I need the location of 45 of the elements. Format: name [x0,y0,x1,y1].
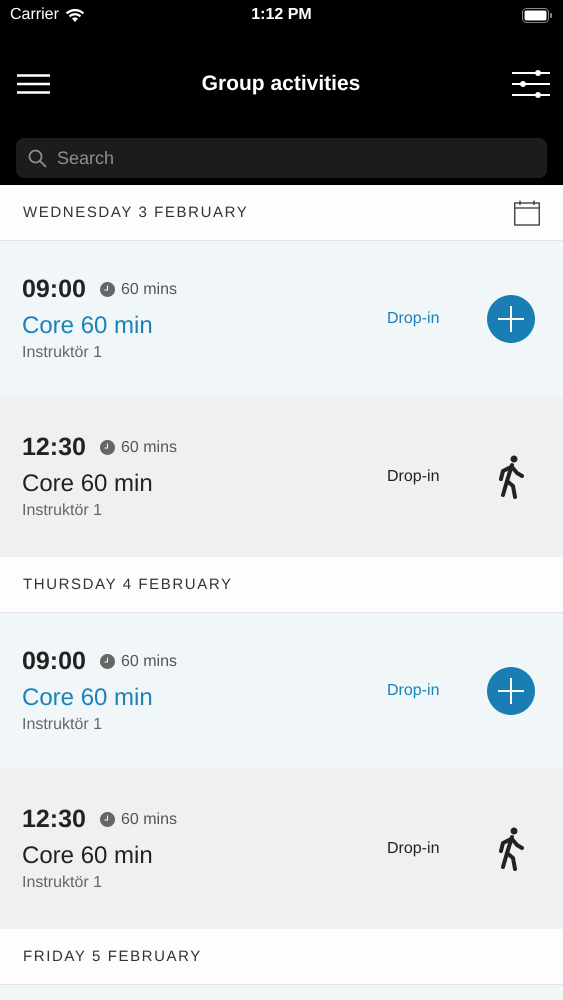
duration-label: 60 mins [120,280,177,298]
clock-icon [100,812,115,827]
clock-icon [100,440,115,455]
walking-person-icon [498,826,524,870]
filter-sliders-icon[interactable] [512,70,550,98]
activity-type: Drop-in [387,310,440,328]
day-label: FRIDAY 5 FEBRUARY [23,948,202,965]
clock-icon [100,282,115,297]
instructor-name: Instruktör 1 [22,716,104,734]
search-icon [28,149,47,168]
start-time: 12:30 [22,433,86,462]
activity-type: Drop-in [387,840,440,858]
carrier-label: Carrier [10,6,59,24]
clock-icon [100,654,115,669]
calendar-icon[interactable] [514,200,540,226]
activity-card[interactable]: 09:00 60 mins Core 60 min Instruktör 1 Drop-in [0,241,563,396]
add-button[interactable] [487,666,535,714]
add-button[interactable] [487,294,535,342]
plus-icon [498,678,524,704]
activity-name: Core 60 min [22,684,154,712]
battery-icon [522,8,553,22]
start-time: 12:30 [22,805,86,834]
wifi-icon [64,8,85,22]
instructor-name: Instruktör 1 [22,502,104,520]
day-label: WEDNESDAY 3 FEBRUARY [23,204,248,221]
activity-type: Drop-in [387,682,440,700]
duration-label: 60 mins [120,438,177,456]
search-field[interactable]: Search [16,138,547,178]
instructor-name: Instruktör 1 [22,874,104,892]
plus-icon [498,306,524,332]
menu-icon[interactable] [17,74,50,94]
walking-person-icon [498,454,524,498]
activity-name: Core 60 min [22,312,154,340]
activity-name: Core 60 min [22,470,154,498]
status-time: 1:12 PM [251,6,312,24]
day-label: THURSDAY 4 FEBRUARY [23,576,233,593]
start-time: 09:00 [22,647,86,676]
activity-name: Core 60 min [22,842,154,870]
duration-label: 60 mins [120,810,177,828]
activity-type: Drop-in [387,468,440,486]
duration-label: 60 mins [120,652,177,670]
instructor-name: Instruktör 1 [22,344,104,362]
screen-title: Group activities [202,72,360,96]
activity-card[interactable]: 09:00 60 mins Core 60 min Instruktör 1 Drop-in [0,613,563,768]
start-time: 09:00 [22,275,86,304]
